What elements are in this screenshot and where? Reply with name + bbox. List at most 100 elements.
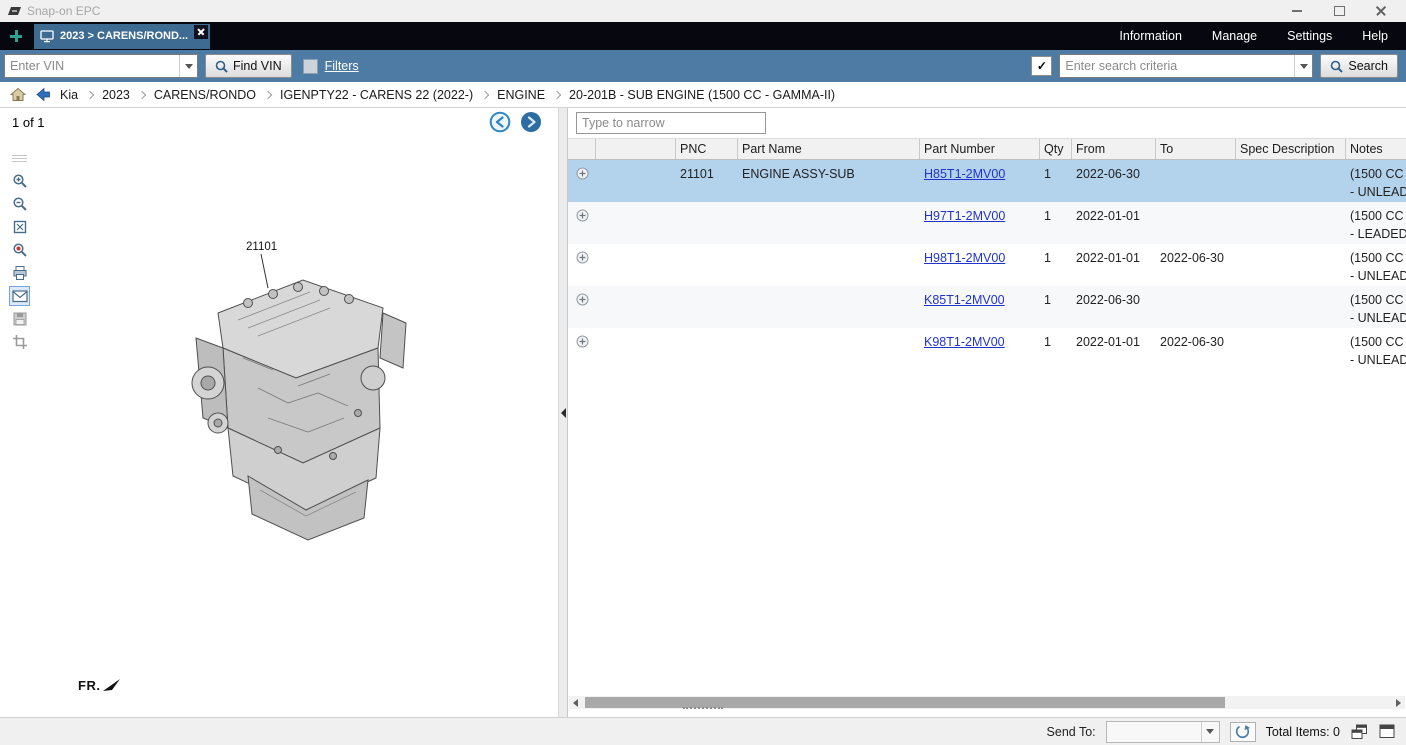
column-expand[interactable] (568, 139, 596, 159)
close-button[interactable] (1374, 4, 1388, 18)
email-icon[interactable] (9, 286, 30, 306)
scroll-right-icon[interactable] (1392, 696, 1405, 709)
part-number-link[interactable]: H97T1-2MV00 (924, 209, 1005, 223)
part-number-link[interactable]: H98T1-2MV00 (924, 251, 1005, 265)
collapse-left-icon[interactable] (559, 399, 567, 427)
expand-row-icon[interactable] (576, 167, 589, 180)
expand-row-icon[interactable] (576, 209, 589, 222)
print-icon[interactable] (9, 263, 30, 283)
breadcrumb-item-section[interactable]: 20-201B - SUB ENGINE (1500 CC - GAMMA-II… (569, 88, 835, 102)
find-vin-button[interactable]: Find VIN (205, 54, 292, 78)
menu-manage[interactable]: Manage (1212, 29, 1257, 43)
back-arrow-icon[interactable] (35, 87, 51, 102)
viewer-toolbar (9, 148, 30, 352)
table-row[interactable]: K85T1-2MV00 1 2022-06-30 (1500 CC- UNLEA… (568, 286, 1406, 328)
minimize-button[interactable] (1290, 4, 1304, 18)
search-criteria-input[interactable] (1060, 55, 1294, 77)
filters-checkbox[interactable] (303, 59, 318, 74)
cell-pnc: 21101 (676, 160, 738, 183)
window-title: Snap-on EPC (27, 4, 100, 18)
chevron-down-icon[interactable] (1294, 55, 1312, 77)
expand-row-icon[interactable] (576, 251, 589, 264)
table-row[interactable]: 21101 ENGINE ASSY-SUB H85T1-2MV00 1 2022… (568, 160, 1406, 202)
column-qty[interactable]: Qty (1040, 139, 1072, 159)
cell-blank (596, 160, 676, 165)
type-to-narrow-input[interactable] (576, 112, 766, 134)
search-button[interactable]: Search (1320, 54, 1398, 78)
column-from[interactable]: From (1072, 139, 1156, 159)
menu-settings[interactable]: Settings (1287, 29, 1332, 43)
table-row[interactable]: H98T1-2MV00 1 2022-01-01 2022-06-30 (150… (568, 244, 1406, 286)
breadcrumb-item-make[interactable]: Kia (60, 88, 78, 102)
chevron-right-icon (481, 90, 489, 98)
monitor-icon (40, 30, 54, 43)
chevron-right-icon (138, 90, 146, 98)
search-options-checkbox[interactable]: ✓ (1031, 56, 1052, 76)
crop-icon[interactable] (9, 332, 30, 352)
expand-row-icon[interactable] (576, 335, 589, 348)
cell-qty: 1 (1040, 328, 1072, 351)
maximize-button[interactable] (1332, 4, 1346, 18)
cell-from: 2022-01-01 (1072, 202, 1156, 225)
send-button[interactable] (1230, 722, 1256, 742)
chevron-right-icon (553, 90, 561, 98)
menu-information[interactable]: Information (1119, 29, 1182, 43)
diagram-callout-21101[interactable]: 21101 (246, 241, 277, 253)
menu-help[interactable]: Help (1362, 29, 1388, 43)
column-spec-description[interactable]: Spec Description (1236, 139, 1346, 159)
filters-link[interactable]: Filters (325, 59, 359, 73)
scroll-left-icon[interactable] (569, 696, 582, 709)
new-tab-button[interactable] (6, 26, 26, 46)
breadcrumb-item-model[interactable]: CARENS/RONDO (154, 88, 256, 102)
tab-carens[interactable]: 2023 > CARENS/ROND... (34, 24, 210, 49)
column-part-name[interactable]: Part Name (738, 139, 920, 159)
fit-to-window-icon[interactable] (9, 217, 30, 237)
cell-spec (1236, 202, 1346, 207)
toolbar-grip-icon[interactable] (9, 148, 30, 168)
previous-page-button[interactable] (489, 111, 511, 133)
search-icon (1330, 60, 1343, 73)
resize-grip[interactable] (683, 707, 723, 714)
table-row[interactable]: H97T1-2MV00 1 2022-01-01 (1500 CC- LEADE… (568, 202, 1406, 244)
cell-notes: (1500 CC- UNLEAD (1346, 244, 1406, 285)
tab-close-icon[interactable] (194, 25, 208, 39)
column-pnc[interactable]: PNC (676, 139, 738, 159)
chevron-down-icon[interactable] (179, 55, 197, 77)
next-page-button[interactable] (520, 111, 542, 133)
restore-windows-icon[interactable] (1350, 724, 1368, 740)
cell-spec (1236, 328, 1346, 333)
cell-pnc (676, 328, 738, 333)
part-number-link[interactable]: H85T1-2MV00 (924, 167, 1005, 181)
cell-notes: (1500 CC- UNLEAD (1346, 328, 1406, 369)
search-criteria-combobox[interactable] (1059, 54, 1313, 78)
vin-input[interactable] (5, 55, 179, 77)
table-row[interactable]: K98T1-2MV00 1 2022-01-01 2022-06-30 (150… (568, 328, 1406, 370)
send-to-label: Send To: (1047, 725, 1096, 739)
narrow-filter-row (568, 108, 1406, 138)
column-blank[interactable] (596, 139, 676, 159)
send-to-dropdown[interactable] (1106, 721, 1220, 743)
breadcrumb-item-catalog[interactable]: IGENPTY22 - CARENS 22 (2022-) (280, 88, 473, 102)
app-logo-icon (8, 6, 21, 16)
breadcrumb-item-group[interactable]: ENGINE (497, 88, 545, 102)
column-part-number[interactable]: Part Number (920, 139, 1040, 159)
engine-diagram[interactable]: 21101 (148, 218, 448, 581)
maximize-panel-icon[interactable] (1378, 724, 1396, 740)
zoom-out-icon[interactable] (9, 194, 30, 214)
part-number-link[interactable]: K85T1-2MV00 (924, 293, 1005, 307)
home-icon[interactable] (10, 87, 26, 102)
chevron-down-icon[interactable] (1201, 722, 1219, 742)
zoom-region-icon[interactable] (9, 240, 30, 260)
panel-splitter[interactable] (558, 108, 568, 717)
scrollbar-thumb[interactable] (585, 697, 1225, 708)
expand-row-icon[interactable] (576, 293, 589, 306)
vin-combobox[interactable] (4, 54, 198, 78)
zoom-in-icon[interactable] (9, 171, 30, 191)
column-to[interactable]: To (1156, 139, 1236, 159)
save-image-icon[interactable] (9, 309, 30, 329)
column-notes[interactable]: Notes (1346, 139, 1406, 159)
cell-from: 2022-06-30 (1072, 286, 1156, 309)
part-number-link[interactable]: K98T1-2MV00 (924, 335, 1005, 349)
status-bar: Send To: Total Items: 0 (0, 717, 1406, 745)
breadcrumb-item-year[interactable]: 2023 (102, 88, 130, 102)
